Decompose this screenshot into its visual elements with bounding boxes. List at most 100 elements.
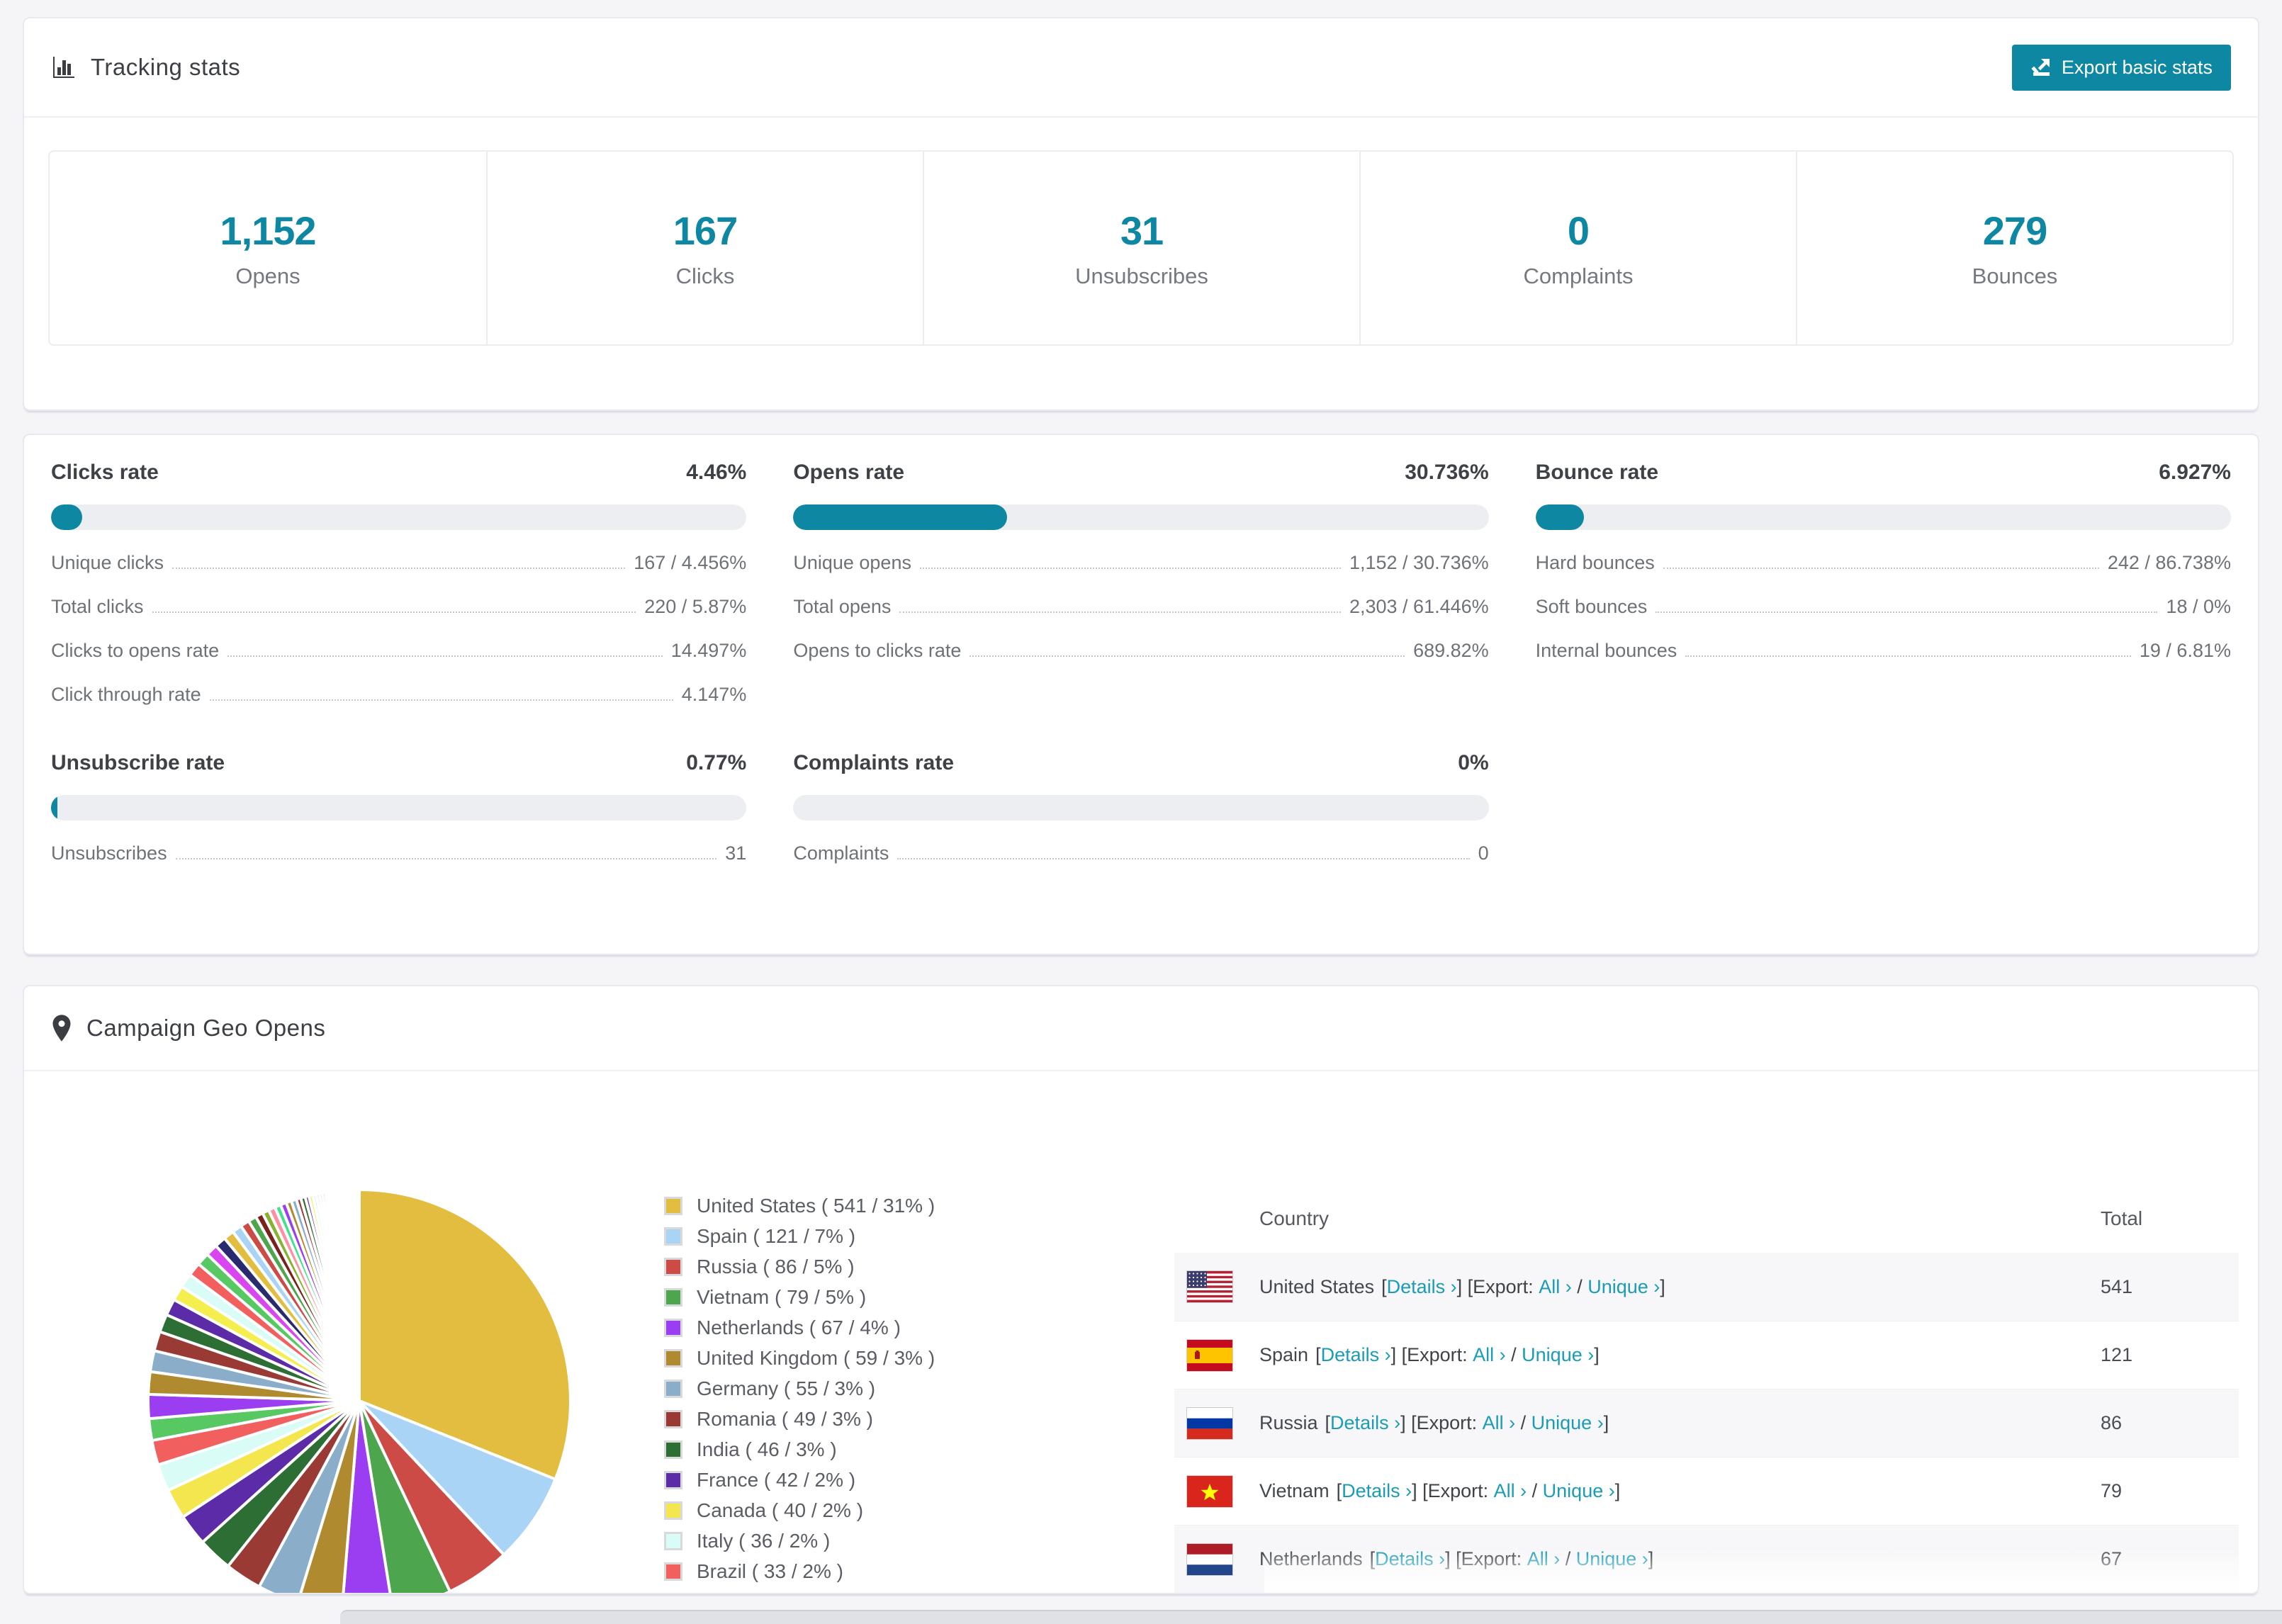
legend-item: Russia ( 86 / 5% ) (664, 1251, 935, 1282)
rate-detail-label: Unique clicks (51, 552, 164, 573)
pie-legend: United States ( 541 / 31% ) Spain ( 121 … (664, 1190, 935, 1594)
legend-swatch (664, 1470, 682, 1489)
rate-detail-value: 242 / 86.738% (2107, 552, 2231, 573)
legend-label: South Africa ( 29 / 2% ) (697, 1591, 901, 1594)
rate-detail-lines: Complaints 0 (793, 842, 1488, 864)
dotted-leader (209, 699, 673, 701)
details-link[interactable]: Details › (1321, 1344, 1391, 1366)
dotted-leader (969, 655, 1405, 657)
legend-swatch (664, 1227, 682, 1246)
map-pin-icon (51, 1014, 72, 1042)
geo-table-header-row: Country Total (1174, 1185, 2239, 1253)
legend-item: South Africa ( 29 / 2% ) (664, 1586, 935, 1594)
rate-detail-value: 220 / 5.87% (644, 596, 747, 617)
legend-label: United States ( 541 / 31% ) (697, 1194, 935, 1217)
rate-detail-row: Unsubscribes 31 (51, 842, 746, 864)
export-unique-link[interactable]: Unique › (1576, 1548, 1648, 1570)
legend-swatch (664, 1318, 682, 1337)
country-name: Spain (1259, 1344, 1309, 1365)
export-unique-link[interactable]: Unique › (1543, 1480, 1615, 1502)
rate-detail-row: Unique clicks 167 / 4.456% (51, 552, 746, 574)
export-all-link[interactable]: All › (1539, 1276, 1572, 1298)
rate-detail-row: Clicks to opens rate 14.497% (51, 640, 746, 662)
legend-swatch (664, 1196, 682, 1215)
legend-label: Romania ( 49 / 3% ) (697, 1407, 873, 1430)
rate-progress-track (793, 795, 1489, 821)
export-all-link[interactable]: All › (1527, 1548, 1561, 1570)
rate-detail-row: Total clicks 220 / 5.87% (51, 596, 746, 618)
rate-block: Clicks rate 4.46% Unique clicks 167 / 4.… (51, 461, 747, 706)
details-link[interactable]: Details › (1375, 1548, 1445, 1570)
legend-item: Netherlands ( 67 / 4% ) (664, 1312, 935, 1343)
details-link[interactable]: Details › (1387, 1276, 1457, 1298)
legend-swatch (664, 1592, 682, 1593)
legend-label: Germany ( 55 / 3% ) (697, 1377, 876, 1399)
dotted-leader (172, 568, 626, 569)
stat-card: 279 Bounces (1796, 152, 2232, 344)
rate-detail-value: 167 / 4.456% (634, 552, 747, 573)
details-link[interactable]: Details › (1342, 1480, 1412, 1502)
export-unique-link[interactable]: Unique › (1587, 1276, 1660, 1298)
horizontal-scrollbar[interactable] (340, 1610, 2282, 1624)
rate-detail-value: 18 / 0% (2166, 596, 2231, 617)
rate-detail-row: Click through rate 4.147% (51, 684, 746, 706)
geo-opens-pie-chart (147, 1188, 572, 1593)
rate-detail-row: Opens to clicks rate 689.82% (793, 640, 1488, 662)
rate-value: 4.46% (686, 461, 747, 484)
geo-table: Country Total United States [Details ›] … (1174, 1185, 2239, 1594)
country-total: 79 (2101, 1480, 2123, 1501)
rate-detail-lines: Hard bounces 242 / 86.738% Soft bounces … (1536, 552, 2231, 662)
rate-detail-row: Soft bounces 18 / 0% (1536, 596, 2231, 618)
export-icon (2030, 57, 2052, 78)
stat-value: 1,152 (220, 208, 316, 253)
table-row: United Kingdom [Details ›] [Export: All … (1174, 1593, 2239, 1594)
rate-detail-value: 0 (1478, 842, 1489, 864)
country-name: Netherlands (1259, 1548, 1363, 1569)
legend-item: Vietnam ( 79 / 5% ) (664, 1282, 935, 1312)
legend-item: Spain ( 121 / 7% ) (664, 1221, 935, 1251)
country-flag-icon (1187, 1475, 1232, 1507)
table-row: Spain [Details ›] [Export: All › / Uniqu… (1174, 1321, 2239, 1389)
rate-block: Bounce rate 6.927% Hard bounces 242 / 86… (1535, 461, 2231, 706)
stat-value: 167 (673, 208, 738, 253)
rate-title: Bounce rate (1535, 461, 1659, 484)
export-basic-stats-button[interactable]: Export basic stats (2011, 44, 2231, 91)
dotted-leader (897, 858, 1470, 859)
stat-card: 31 Unsubscribes (923, 152, 1359, 344)
country-total: 121 (2101, 1344, 2133, 1365)
export-button-label: Export basic stats (2061, 56, 2213, 78)
legend-label: India ( 46 / 3% ) (697, 1438, 837, 1460)
rate-title: Opens rate (793, 461, 905, 484)
export-unique-link[interactable]: Unique › (1522, 1344, 1594, 1366)
export-unique-link[interactable]: Unique › (1531, 1412, 1604, 1434)
country-total: 541 (2101, 1275, 2133, 1297)
rate-detail-lines: Unique opens 1,152 / 30.736% Total opens… (793, 552, 1488, 662)
country-name: Russia (1259, 1412, 1318, 1433)
rate-value: 6.927% (2159, 461, 2231, 484)
rate-value: 0% (1458, 751, 1489, 774)
legend-swatch (664, 1409, 682, 1428)
geo-content: United States ( 541 / 31% ) Spain ( 121 … (24, 1071, 2258, 1594)
table-row: Russia [Details ›] [Export: All › / Uniq… (1174, 1389, 2239, 1457)
export-all-link[interactable]: All › (1473, 1344, 1506, 1366)
rate-progress-track (51, 795, 747, 821)
legend-item: Romania ( 49 / 3% ) (664, 1404, 935, 1434)
legend-swatch (664, 1562, 682, 1581)
legend-item: France ( 42 / 2% ) (664, 1465, 935, 1495)
rate-detail-row: Complaints 0 (793, 842, 1488, 864)
details-link[interactable]: Details › (1330, 1412, 1400, 1434)
legend-swatch (664, 1440, 682, 1459)
legend-label: Spain ( 121 / 7% ) (697, 1224, 856, 1247)
legend-label: Vietnam ( 79 / 5% ) (697, 1285, 867, 1308)
stat-value: 0 (1567, 208, 1590, 253)
export-all-link[interactable]: All › (1494, 1480, 1527, 1502)
export-all-link[interactable]: All › (1483, 1412, 1516, 1434)
rate-block: Opens rate 30.736% Unique opens 1,152 / … (793, 461, 1489, 706)
legend-label: Brazil ( 33 / 2% ) (697, 1560, 843, 1582)
stat-card: 1,152 Opens (50, 152, 486, 344)
legend-swatch (664, 1287, 682, 1307)
rate-detail-lines: Unsubscribes 31 (51, 842, 746, 864)
dotted-leader (1663, 568, 2099, 569)
legend-item: Germany ( 55 / 3% ) (664, 1373, 935, 1404)
rate-value: 30.736% (1405, 461, 1489, 484)
